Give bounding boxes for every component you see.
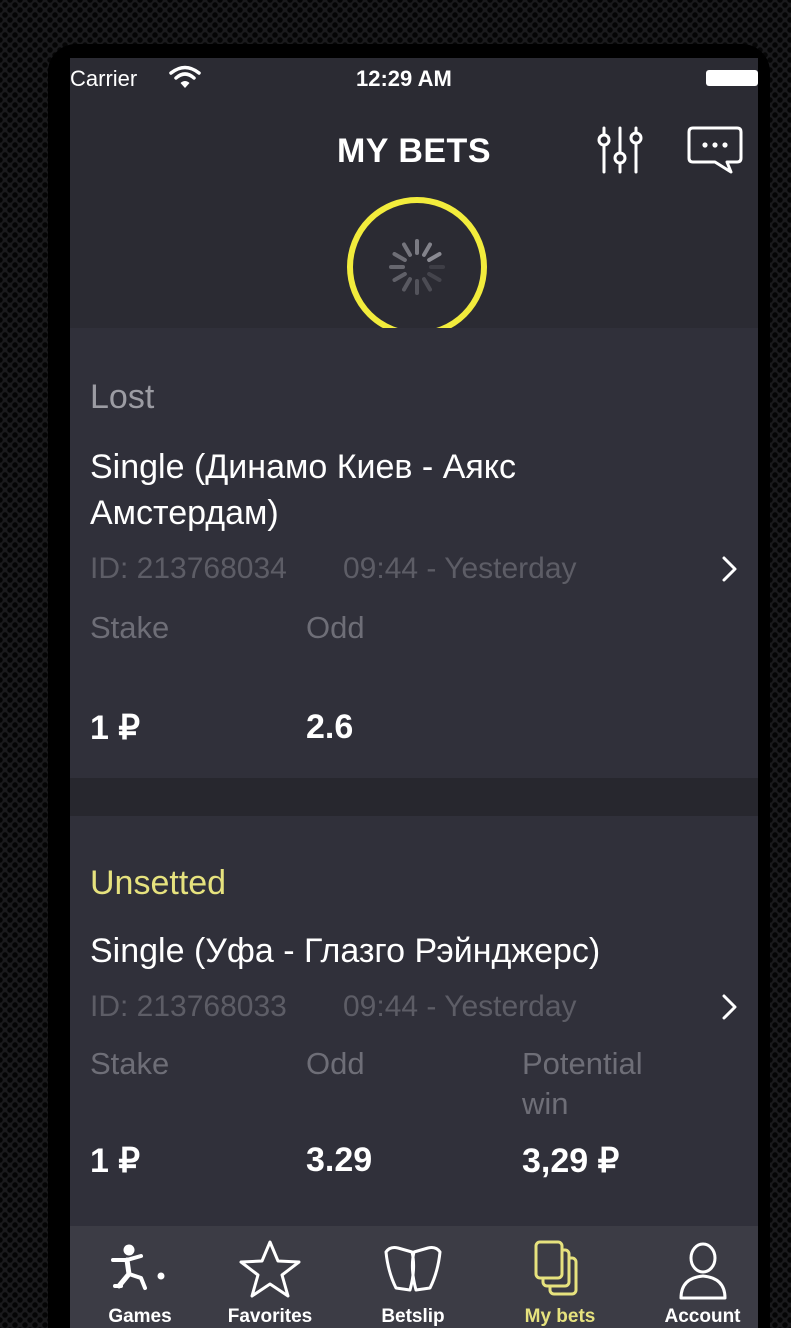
- odd-label: Odd: [306, 610, 365, 645]
- spinner-tick: [402, 277, 412, 292]
- bet-time: 09:44 - Yesterday: [343, 990, 577, 1023]
- spinner-tick: [422, 242, 432, 257]
- bet-title: Single (Уфа - Глазго Рэйнджерс): [90, 932, 601, 970]
- tab-label: Betslip: [381, 1306, 445, 1327]
- spinner-tick: [427, 252, 442, 262]
- bet-title: Single (Динамо Киев - Аякс Амстердам): [90, 448, 517, 532]
- soccer-player-icon: [111, 1244, 165, 1290]
- spinner-tick: [427, 272, 442, 282]
- tab-my-bets[interactable]: My bets: [490, 1226, 630, 1328]
- chat-button[interactable]: [680, 120, 750, 180]
- spinner-tick: [402, 242, 412, 257]
- person-icon: [679, 1242, 726, 1300]
- tab-label: Favorites: [227, 1306, 313, 1327]
- carrier-label: Carrier: [70, 66, 138, 91]
- loading-spinner: [345, 195, 489, 339]
- tab-label: Games: [108, 1306, 172, 1327]
- potential-win-value: 3,29 ₽: [522, 1142, 620, 1180]
- chevron-right-icon[interactable]: [720, 990, 740, 1029]
- spinner-tick: [422, 277, 432, 292]
- highlight-ring: [347, 197, 487, 337]
- chevron-right-icon[interactable]: [720, 552, 740, 591]
- betslip-icon: [384, 1246, 442, 1292]
- card-divider: [70, 778, 758, 816]
- bet-card[interactable]: Unsetted Single (Уфа - Глазго Рэйнджерс)…: [70, 816, 758, 1226]
- tab-label: Account: [664, 1306, 741, 1327]
- odd-value: 2.6: [306, 708, 354, 746]
- odd-label: Odd: [306, 1046, 365, 1081]
- odd-value: 3.29: [306, 1141, 373, 1179]
- wifi-icon: [168, 64, 202, 95]
- tab-account[interactable]: Account: [635, 1226, 758, 1328]
- page-title: MY BETS: [336, 132, 491, 170]
- stake-value: 1 ₽: [90, 1142, 140, 1180]
- chat-bubble-icon: [687, 126, 743, 174]
- stacked-cards-icon: [534, 1240, 578, 1296]
- spinner-icon: [389, 239, 445, 295]
- tab-betslip[interactable]: Betslip: [343, 1226, 483, 1328]
- spinner-tick: [392, 252, 407, 262]
- bet-card[interactable]: Lost Single (Динамо Киев - Аякс Амстерда…: [70, 328, 758, 778]
- bet-time: 09:44 - Yesterday: [343, 552, 577, 585]
- stake-value: 1 ₽: [90, 709, 140, 747]
- tab-bar: Games Favorites Betslip My bets Account: [70, 1226, 758, 1328]
- bet-id: ID: 213768033: [90, 990, 287, 1023]
- app-screen: Carrier 12:29 AM MY BETS Lost Single (Ди…: [70, 58, 758, 1328]
- bet-status: Lost: [90, 378, 155, 416]
- filter-button[interactable]: [590, 120, 650, 180]
- tab-games[interactable]: Games: [70, 1226, 210, 1328]
- bet-status: Unsetted: [90, 864, 227, 902]
- battery-icon: [706, 70, 758, 86]
- stake-label: Stake: [90, 1046, 170, 1081]
- status-bar: Carrier 12:29 AM: [70, 58, 758, 102]
- bet-id: ID: 213768034: [90, 552, 287, 585]
- tab-favorites[interactable]: Favorites: [200, 1226, 340, 1328]
- sliders-icon: [597, 126, 643, 174]
- status-time: 12:29 AM: [356, 66, 452, 91]
- star-icon: [239, 1240, 301, 1298]
- spinner-tick: [392, 272, 407, 282]
- tab-label: My bets: [524, 1306, 596, 1327]
- stake-label: Stake: [90, 610, 170, 645]
- potential-win-label: Potential win: [522, 1046, 643, 1121]
